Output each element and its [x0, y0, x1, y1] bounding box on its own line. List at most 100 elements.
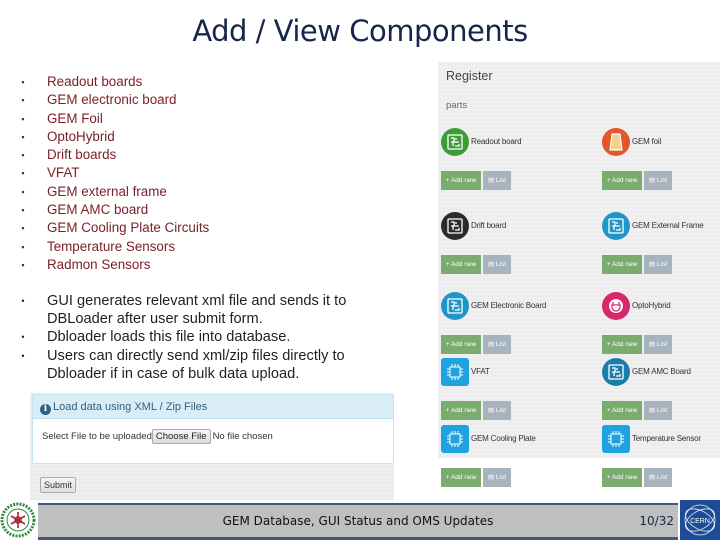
bullet-icon: • — [21, 296, 25, 306]
add-new-button[interactable]: + Add new — [602, 401, 642, 420]
panel-heading: i Load data using XML / Zip Files — [33, 395, 393, 419]
bullet-icon: ▪ — [21, 77, 25, 87]
part-card: GEM foil + Add new ▤ List — [602, 128, 720, 198]
cern-logo-text: CERN — [690, 518, 710, 525]
notes-list: • GUI generates relevant xml file and sen… — [18, 292, 388, 383]
part-card: Readout board + Add new ▤ List — [441, 128, 581, 198]
part-name: GEM Electronic Board — [471, 301, 547, 310]
list-button[interactable]: ▤ List — [483, 255, 511, 274]
slide-title: Add / View Components — [192, 14, 528, 48]
foil-icon — [602, 128, 630, 156]
part-name: GEM External Frame — [632, 221, 704, 230]
submit-button[interactable]: Submit — [40, 477, 77, 493]
institute-logo — [0, 500, 38, 540]
list-item: ▪ Readout boards — [18, 73, 209, 91]
part-name: GEM AMC Board — [632, 367, 691, 376]
list-item: ▪ VFAT — [18, 164, 209, 182]
part-card: OptoHybrid + Add new ▤ List — [602, 292, 720, 362]
add-new-button[interactable]: + Add new — [441, 335, 481, 354]
list-item: ▪ GEM Cooling Plate Circuits — [18, 219, 209, 237]
part-name: OptoHybrid — [632, 301, 671, 310]
part-name: GEM foil — [632, 137, 662, 146]
list-button[interactable]: ▤ List — [483, 171, 511, 190]
info-icon: i — [40, 404, 51, 415]
bullet-icon: ▪ — [21, 168, 25, 179]
add-new-button[interactable]: + Add new — [441, 255, 481, 274]
add-new-button[interactable]: + Add new — [602, 171, 642, 190]
part-card: GEM External Frame + Add new ▤ List — [602, 212, 720, 282]
part-card: Drift board + Add new ▤ List — [441, 212, 581, 282]
footer-text: GEM Database, GUI Status and OMS Updates — [222, 514, 494, 528]
list-item: ▪ Radmon Sensors — [18, 256, 209, 274]
list-button[interactable]: ▤ List — [483, 468, 511, 487]
list-button[interactable]: ▤ List — [483, 401, 511, 420]
file-status: No file chosen — [212, 431, 273, 442]
part-card: GEM Cooling Plate + Add new ▤ List — [441, 425, 581, 495]
part-name: GEM Cooling Plate — [471, 434, 536, 443]
list-item: ▪ Drift boards — [18, 146, 209, 164]
bullet-icon: ▪ — [21, 150, 25, 161]
part-card: VFAT + Add new ▤ List — [441, 358, 581, 428]
register-title: Register — [446, 69, 493, 83]
part-card: Temperature Sensor + Add new ▤ List — [602, 425, 720, 495]
list-button[interactable]: ▤ List — [644, 255, 672, 274]
add-new-button[interactable]: + Add new — [441, 468, 481, 487]
circuit-icon — [441, 128, 469, 156]
upload-screenshot: i Load data using XML / Zip Files Select … — [30, 393, 394, 500]
add-new-button[interactable]: + Add new — [441, 401, 481, 420]
components-list: ▪ Readout boards ▪ GEM electronic board ▪ G… — [18, 73, 209, 274]
part-card: GEM Electronic Board + Add new ▤ List — [441, 292, 581, 362]
circuit-icon — [441, 292, 469, 320]
bullet-icon: ▪ — [21, 95, 25, 106]
list-item: • Users can directly send xml/zip files d… — [18, 347, 388, 383]
cern-logo: CERN — [680, 500, 720, 540]
page-number: 10/32 — [639, 514, 674, 528]
bullet-icon: ▪ — [21, 186, 25, 197]
circuit-icon — [602, 358, 630, 386]
list-item: ▪ GEM electronic board — [18, 91, 209, 109]
part-name: VFAT — [471, 367, 490, 376]
add-new-button[interactable]: + Add new — [602, 255, 642, 274]
part-card: GEM AMC Board + Add new ▤ List — [602, 358, 720, 428]
chip-icon — [602, 425, 630, 453]
bullet-icon: ▪ — [21, 223, 25, 234]
list-item: ▪ OptoHybrid — [18, 128, 209, 146]
list-button[interactable]: ▤ List — [644, 335, 672, 354]
bullet-icon: ▪ — [21, 113, 25, 124]
list-button[interactable]: ▤ List — [644, 171, 672, 190]
part-name: Temperature Sensor — [632, 434, 701, 443]
add-new-button[interactable]: + Add new — [602, 468, 642, 487]
circuit-icon — [441, 212, 469, 240]
list-item: • Dbloader loads this file into database. — [18, 328, 388, 346]
panel-body: Select File to be uploaded Choose File No … — [33, 419, 393, 444]
bullet-icon: ▪ — [21, 241, 25, 252]
bullet-icon: • — [21, 350, 25, 361]
footer-bar: GEM Database, GUI Status and OMS Updates… — [38, 503, 678, 540]
part-name: Drift board — [471, 221, 507, 230]
list-button[interactable]: ▤ List — [483, 335, 511, 354]
list-button[interactable]: ▤ List — [644, 468, 672, 487]
circuit-icon — [602, 212, 630, 240]
chip-icon — [441, 425, 469, 453]
list-item: ▪ GEM external frame — [18, 183, 209, 201]
list-item: • GUI generates relevant xml file and sen… — [18, 292, 388, 328]
list-item: ▪ GEM AMC board — [18, 201, 209, 219]
upload-panel: i Load data using XML / Zip Files Select … — [32, 394, 394, 464]
list-button[interactable]: ▤ List — [644, 401, 672, 420]
plug-icon — [602, 292, 630, 320]
list-item: ▪ GEM Foil — [18, 110, 209, 128]
add-new-button[interactable]: + Add new — [602, 335, 642, 354]
add-new-button[interactable]: + Add new — [441, 171, 481, 190]
choose-file-button[interactable]: Choose File — [151, 429, 211, 444]
register-screenshot: Register parts Readout board + Add new ▤ L… — [438, 62, 720, 487]
bullet-icon: ▪ — [21, 205, 25, 216]
part-name: Readout board — [471, 137, 522, 146]
list-item: ▪ Temperature Sensors — [18, 238, 209, 256]
file-label: Select File to be uploaded — [42, 431, 152, 442]
panel-heading-text: Load data using XML / Zip Files — [53, 401, 208, 413]
bullet-icon: ▪ — [21, 131, 25, 142]
bullet-icon: ▪ — [21, 259, 25, 270]
bullet-icon: • — [21, 332, 25, 343]
chip-icon — [441, 358, 469, 386]
register-subtitle: parts — [446, 100, 468, 111]
